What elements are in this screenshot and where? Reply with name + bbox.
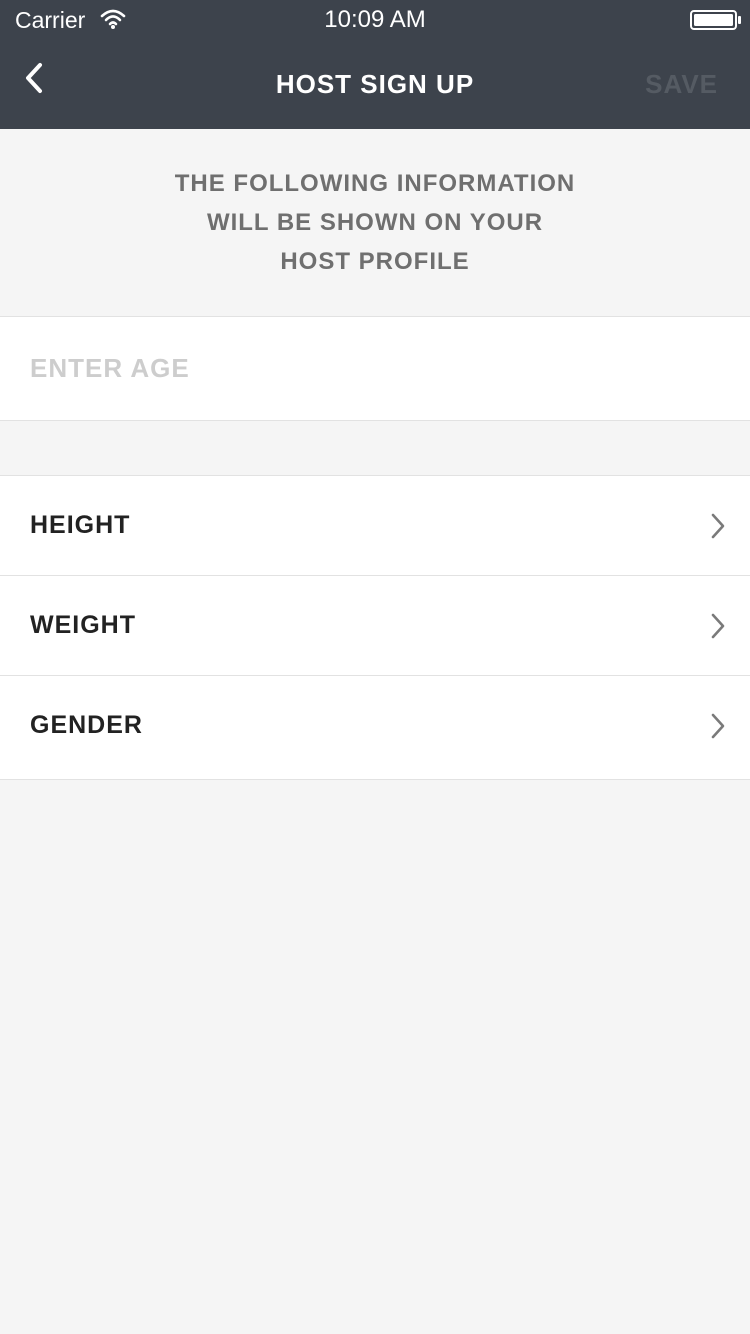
info-line: HOST PROFILE xyxy=(280,248,470,275)
status-bar: Carrier 10:09 AM xyxy=(0,0,750,40)
weight-row[interactable]: WEIGHT xyxy=(0,576,750,676)
info-line: THE FOLLOWING INFORMATION xyxy=(174,170,576,197)
height-label: HEIGHT xyxy=(30,511,131,539)
profile-options-list: HEIGHT WEIGHT GENDER xyxy=(0,475,750,780)
age-input[interactable] xyxy=(30,345,710,391)
gender-row[interactable]: GENDER xyxy=(0,676,750,780)
age-section xyxy=(0,316,750,421)
chevron-right-icon xyxy=(710,613,726,639)
info-message: THE FOLLOWING INFORMATION WILL BE SHOWN … xyxy=(0,164,750,281)
gender-label: GENDER xyxy=(30,711,143,739)
battery-icon xyxy=(690,9,742,31)
weight-label: WEIGHT xyxy=(30,611,136,639)
chevron-right-icon xyxy=(710,513,726,539)
header: Carrier 10:09 AM HOST SIGN UP SAVE xyxy=(0,0,750,129)
save-button[interactable]: SAVE xyxy=(645,66,718,102)
height-row[interactable]: HEIGHT xyxy=(0,476,750,576)
page-title: HOST SIGN UP xyxy=(275,69,475,99)
chevron-right-icon xyxy=(710,713,726,739)
info-line: WILL BE SHOWN ON YOUR xyxy=(206,209,544,236)
screen: Carrier 10:09 AM HOST SIGN UP SAVE THE F… xyxy=(0,0,750,1334)
status-time: 10:09 AM xyxy=(324,6,426,33)
